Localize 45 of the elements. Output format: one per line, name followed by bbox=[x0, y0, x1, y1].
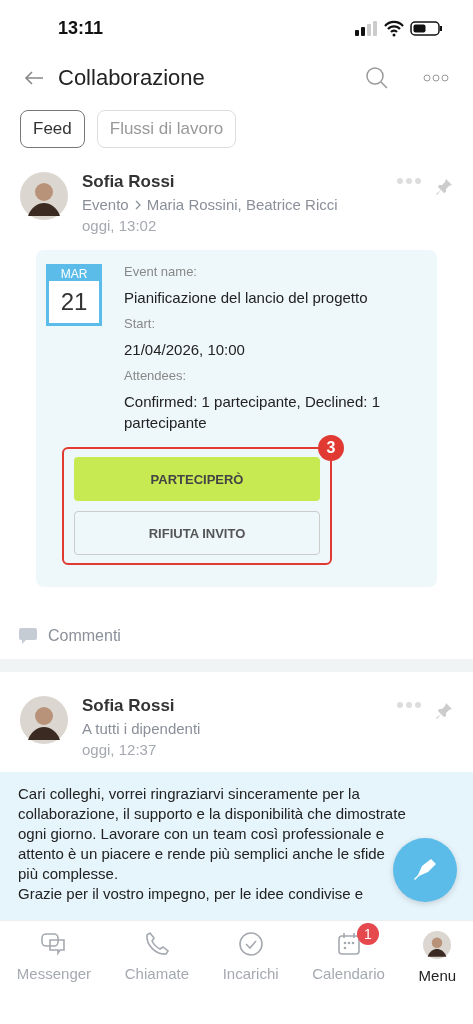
search-icon[interactable] bbox=[365, 66, 389, 90]
more-icon[interactable] bbox=[397, 178, 421, 184]
event-name: Pianificazione del lancio del progetto bbox=[124, 288, 369, 308]
calendar-icon bbox=[335, 931, 362, 957]
phone-icon bbox=[143, 931, 170, 957]
avatar bbox=[423, 931, 452, 959]
author-name[interactable]: Sofia Rossi bbox=[82, 696, 383, 716]
wifi-icon bbox=[383, 20, 405, 37]
chat-icon bbox=[39, 931, 68, 957]
author-name[interactable]: Sofia Rossi bbox=[82, 172, 383, 192]
status-time: 13:11 bbox=[58, 17, 104, 39]
avatar bbox=[20, 696, 68, 744]
pin-icon[interactable] bbox=[435, 178, 453, 196]
filter-tab[interactable]: Feed bbox=[20, 110, 85, 148]
post-audience: Evento bbox=[82, 196, 129, 213]
check-circle-icon bbox=[237, 931, 264, 957]
signal-icon bbox=[355, 21, 377, 36]
event-month: MAR bbox=[60, 267, 88, 281]
message-text: Cari colleghi, vorrei ringraziarvi sinceramente per la collaborazione, il supporto e la disponibilità che dimostrate ogni giorno. Lavorare con un team così professionale e attento è un piacere e rende più semplici anche le sfide più complesse. bbox=[18, 784, 407, 884]
back-icon[interactable] bbox=[24, 70, 44, 86]
event-start: 21/04/2026, 10:00 bbox=[124, 340, 246, 360]
step-badge: 3 bbox=[318, 435, 344, 461]
tab-bar-item[interactable]: 1 Calendario bbox=[308, 923, 389, 997]
decline-button[interactable]: RIFIUTA INVITO bbox=[74, 511, 320, 555]
field-label: Event name: bbox=[124, 264, 198, 279]
notification-badge: 1 bbox=[356, 923, 379, 945]
post-audience: A tutti i dipendenti bbox=[82, 720, 201, 737]
post-time: oggi, 13:02 bbox=[82, 217, 158, 234]
post-recipients: Maria Rossini, Beatrice Ricci bbox=[146, 196, 338, 213]
battery-icon bbox=[410, 21, 442, 36]
field-label: Start: bbox=[124, 316, 157, 331]
event-day: 21 bbox=[49, 281, 99, 323]
more-icon[interactable] bbox=[397, 702, 421, 708]
event-attendees: Confirmed: 1 partecipante, Declined: 1 partecipante bbox=[124, 392, 381, 433]
tab-bar-item[interactable]: Menu bbox=[414, 923, 461, 997]
field-label: Attendees: bbox=[124, 368, 188, 383]
page-title: Collaborazione bbox=[58, 65, 206, 91]
message-text: Grazie per il vostro impegno, per le idee condivise e bbox=[18, 884, 365, 904]
more-icon[interactable] bbox=[423, 74, 449, 82]
accept-button[interactable]: PARTECIPERÒ bbox=[74, 457, 320, 501]
pin-icon[interactable] bbox=[435, 702, 453, 720]
post-time: oggi, 12:37 bbox=[82, 741, 158, 758]
chevron-icon bbox=[134, 199, 141, 210]
avatar bbox=[20, 172, 68, 220]
comment-icon[interactable] bbox=[18, 627, 38, 645]
